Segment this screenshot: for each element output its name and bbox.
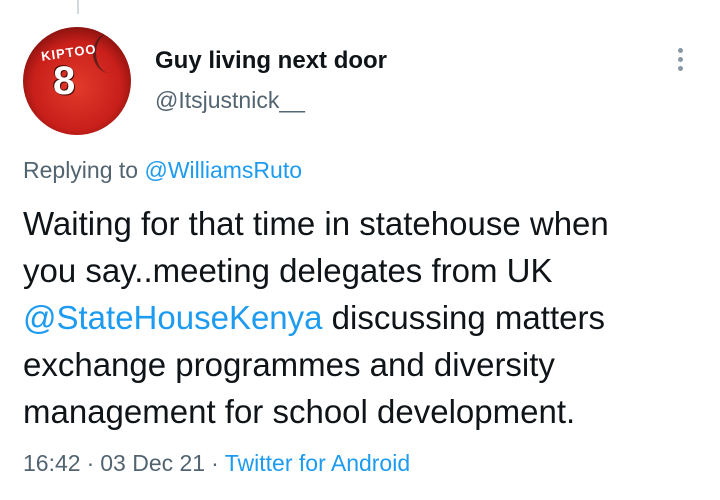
- tweet-text: Waiting for that time in statehouse when…: [23, 200, 703, 435]
- tweet-metadata: 16:42 · 03 Dec 21 · Twitter for Android: [23, 450, 410, 477]
- tweet-text-line: management for school development.: [23, 393, 576, 430]
- author-handle[interactable]: @Itsjustnick__: [155, 87, 305, 114]
- more-vertical-icon: [677, 65, 683, 71]
- replying-to: Replying to @WilliamsRuto: [23, 157, 302, 184]
- avatar[interactable]: KIPTOO 8: [23, 27, 131, 135]
- avatar-shirt-number: 8: [53, 59, 76, 103]
- meta-separator: ·: [211, 450, 219, 476]
- tweet-text-line: you say..meeting delegates from UK: [23, 252, 553, 289]
- tweet-source-link[interactable]: Twitter for Android: [225, 450, 410, 476]
- tweet-text-line: Waiting for that time in statehouse when: [23, 205, 609, 242]
- avatar-collar: [93, 33, 126, 73]
- replying-to-handle-link[interactable]: @WilliamsRuto: [144, 157, 302, 183]
- more-options-button[interactable]: [668, 44, 692, 74]
- tweet-date[interactable]: 03 Dec 21: [100, 450, 205, 476]
- author-display-name[interactable]: Guy living next door: [155, 47, 387, 75]
- thread-connector-line: [77, 0, 79, 14]
- tweet-text-line: exchange programmes and diversity: [23, 346, 555, 383]
- meta-separator: ·: [86, 450, 95, 476]
- tweet-text-fragment: discussing matters: [322, 299, 605, 336]
- tweet-text-line: @StateHouseKenya discussing matters: [23, 294, 703, 341]
- mention-link[interactable]: @StateHouseKenya: [23, 299, 323, 336]
- replying-to-label: Replying to: [23, 157, 139, 183]
- more-vertical-icon: [677, 56, 683, 62]
- tweet-time[interactable]: 16:42: [23, 450, 81, 476]
- more-vertical-icon: [677, 47, 683, 53]
